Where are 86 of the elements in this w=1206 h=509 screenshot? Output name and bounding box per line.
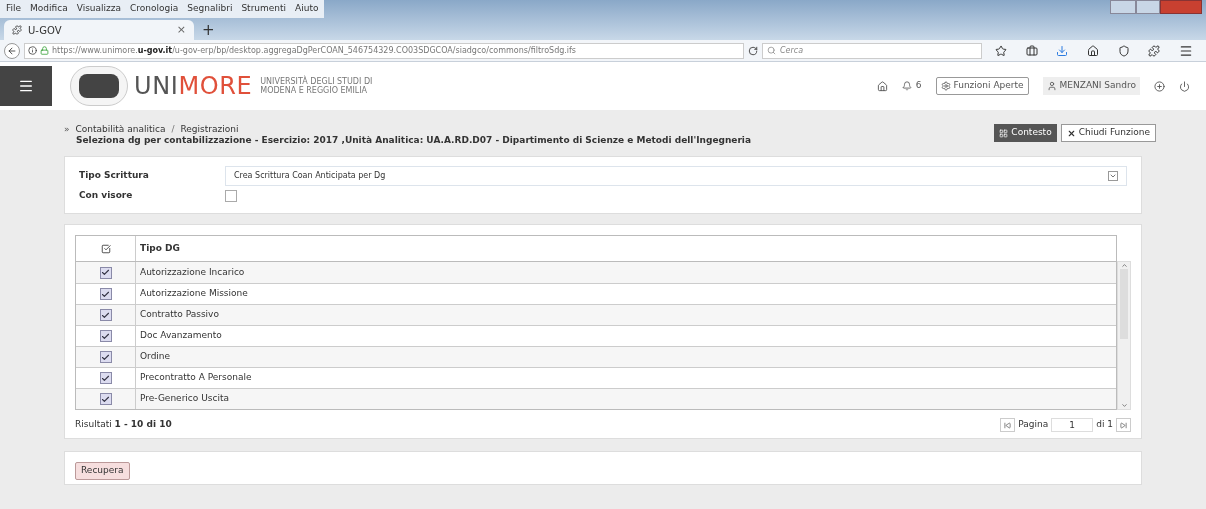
- user-button[interactable]: MENZANI Sandro: [1042, 77, 1140, 95]
- checkbox[interactable]: [99, 266, 112, 279]
- menu-item[interactable]: Cronologia: [130, 2, 179, 16]
- table-cell-text: Precontratto A Personale: [139, 371, 252, 385]
- first-page-icon: [1004, 421, 1012, 429]
- power-icon[interactable]: [1179, 80, 1190, 92]
- checkbox[interactable]: [225, 190, 237, 202]
- bookmark-icon[interactable]: [995, 44, 1008, 57]
- logo-subtitle: MODENA E REGGIO EMILIA: [260, 86, 369, 95]
- home-icon[interactable]: [1086, 44, 1099, 57]
- breadcrumb-link[interactable]: Contabilità analitica: [75, 124, 166, 135]
- menu-button[interactable]: [0, 66, 52, 106]
- table-cell-text: Contratto Passivo: [139, 308, 219, 322]
- type-dropdown[interactable]: Crea Scrittura Coan Anticipata per Dg: [225, 166, 1127, 186]
- results-count: Risultati 1 - 10 di 10: [75, 418, 172, 432]
- menu-icon: [18, 78, 34, 94]
- column-header[interactable]: Tipo DG: [136, 241, 180, 256]
- field-label: Con visore: [79, 189, 134, 203]
- checkbox[interactable]: [99, 372, 112, 384]
- recupera-button[interactable]: Recupera: [75, 461, 130, 480]
- breadcrumb-marker: »: [64, 124, 70, 135]
- reload-icon[interactable]: [748, 45, 758, 56]
- menu-item[interactable]: Strumenti: [241, 2, 287, 16]
- search-placeholder: Cerca: [780, 44, 804, 57]
- context-button[interactable]: Contesto: [994, 124, 1057, 142]
- close-icon: [1066, 128, 1076, 138]
- table-row[interactable]: Precontratto A Personale: [76, 367, 1116, 388]
- lock-icon: [40, 46, 49, 55]
- checkbox[interactable]: [99, 393, 112, 405]
- breadcrumb-separator: /: [171, 124, 175, 135]
- table-row[interactable]: Autorizzazione Incarico: [76, 262, 1116, 283]
- checkbox[interactable]: [99, 288, 112, 300]
- open-functions-button[interactable]: Funzioni Aperte: [935, 77, 1029, 95]
- address-field[interactable]: https://www.unimore.u-gov.it/u-gov-erp/bp/desktop.aggregaDgPerCOAN_546754329.CO03SDGCOA/siadgco/commons/filtroSdg.ifs: [24, 42, 744, 59]
- gear-icon: [940, 81, 951, 91]
- close-function-button[interactable]: Chiudi Funzione: [1060, 124, 1156, 142]
- search-icon: [767, 46, 776, 55]
- page-total: di 1: [1096, 418, 1113, 432]
- scroll-up-icon[interactable]: [1120, 262, 1128, 269]
- menu-item[interactable]: Segnalibri: [187, 2, 233, 16]
- new-tab-button[interactable]: +: [202, 20, 215, 40]
- tab-title: U-GOV: [28, 23, 63, 38]
- logo-text: UNI MORE: [134, 71, 253, 102]
- table-cell-text: Doc Avanzamento: [139, 329, 222, 343]
- table-cell-text: Pre-Generico Uscita: [139, 392, 229, 406]
- menu-item[interactable]: Visualizza: [76, 2, 122, 16]
- info-icon: [28, 46, 37, 55]
- select-all-icon[interactable]: [100, 243, 111, 254]
- page-title: Seleziona dg per contabilizzazione - Esercizio: 2017 ,Unità Analitica: UA.A.RD.D07 - Dipartimento di Scienze e Metodi dell'Ingegneria: [75, 135, 753, 146]
- table-row[interactable]: Doc Avanzamento: [76, 325, 1116, 346]
- tab-close[interactable]: ×: [176, 21, 186, 39]
- field-label: Tipo Scrittura: [79, 169, 150, 183]
- last-page-icon: [1120, 421, 1127, 429]
- back-arrow-icon: [7, 45, 17, 56]
- breadcrumb-link[interactable]: Registrazioni: [180, 124, 239, 135]
- caret-icon: [1109, 172, 1117, 180]
- table-cell-text: Ordine: [139, 350, 171, 364]
- checkbox[interactable]: [99, 330, 112, 342]
- menu-item[interactable]: Modifica: [30, 2, 68, 16]
- search-field[interactable]: Cerca: [762, 42, 982, 59]
- table-cell-text: Autorizzazione Incarico: [139, 265, 245, 279]
- logo-seal-icon: [70, 66, 128, 106]
- scroll-down-icon[interactable]: [1120, 402, 1128, 409]
- page-label: Pagina: [1018, 418, 1049, 432]
- browser-tab[interactable]: U-GOV ×: [4, 20, 194, 40]
- table-row[interactable]: Ordine: [76, 346, 1116, 367]
- notifications-button[interactable]: 6: [901, 79, 922, 93]
- add-icon[interactable]: [1154, 80, 1165, 92]
- checkbox[interactable]: [99, 351, 112, 363]
- table-cell-text: Autorizzazione Missione: [139, 287, 248, 301]
- back-button[interactable]: [4, 42, 20, 59]
- grid-icon: [999, 128, 1009, 138]
- logo-subtitle: UNIVERSITÀ DEGLI STUDI DI: [260, 77, 373, 86]
- table-row[interactable]: Autorizzazione Missione: [76, 283, 1116, 304]
- home-icon[interactable]: [876, 80, 888, 92]
- menu-item[interactable]: Aiuto: [295, 2, 319, 16]
- table-row[interactable]: Pre-Generico Uscita: [76, 388, 1116, 409]
- table-row[interactable]: Contratto Passivo: [76, 304, 1116, 325]
- checkbox[interactable]: [99, 309, 112, 321]
- menu-icon[interactable]: [1178, 43, 1193, 58]
- download-icon[interactable]: [1056, 44, 1069, 57]
- page-field[interactable]: 1: [1051, 418, 1094, 432]
- user-icon: [1046, 81, 1057, 91]
- bell-icon: [901, 81, 912, 91]
- url-text: https://www.unimore.u-gov.it/u-gov-erp/bp/desktop.aggregaDgPerCOAN_546754329.CO03SDGCOA/siadgco/commons/filtroSdg.ifs: [52, 44, 577, 57]
- menu-item[interactable]: File: [6, 2, 22, 16]
